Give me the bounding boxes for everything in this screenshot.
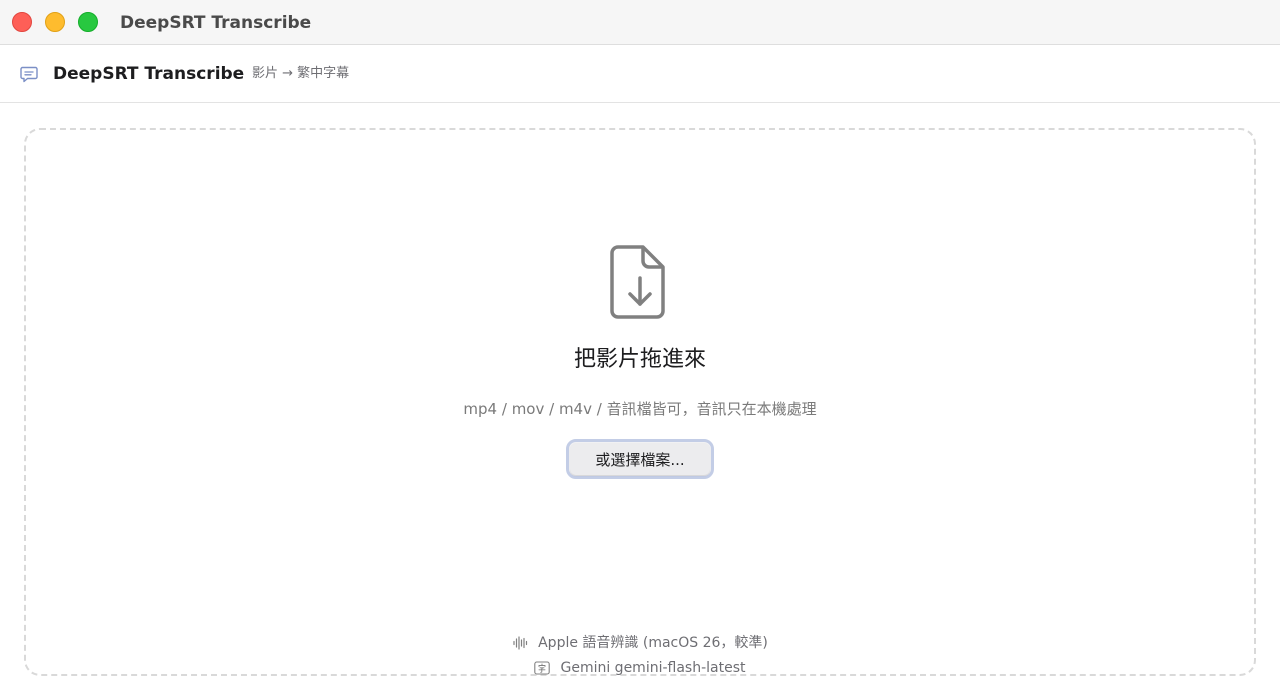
app-name: DeepSRT Transcribe: [53, 64, 245, 84]
document-download-icon: [610, 245, 665, 319]
choose-file-button-label: 或選擇檔案...: [570, 443, 710, 475]
app-header: DeepSRT Transcribe 影片 → 繁中字幕: [0, 45, 1280, 103]
speech-engine-info: Apple 語音辨識 (macOS 26，較準): [0, 633, 1280, 653]
app-subtitle: 影片 → 繁中字幕: [252, 66, 350, 81]
translation-engine-info: Gemini gemini-flash-latest: [0, 658, 1280, 678]
speech-engine-label: Apple 語音辨識 (macOS 26，較準): [538, 635, 768, 651]
waveform-icon: [513, 636, 528, 650]
zoom-window-button[interactable]: [78, 12, 98, 32]
character-icon: [534, 661, 551, 675]
drop-hint: mp4 / mov / m4v / 音訊檔皆可，音訊只在本機處理: [463, 400, 817, 418]
translation-engine-label: Gemini gemini-flash-latest: [560, 660, 746, 676]
choose-file-button[interactable]: 或選擇檔案...: [566, 439, 714, 479]
speech-bubble-icon: [20, 66, 38, 83]
app-window: DeepSRT Transcribe DeepSRT Transcribe 影片…: [0, 0, 1280, 700]
drop-title: 把影片拖進來: [573, 347, 706, 372]
title-bar[interactable]: DeepSRT Transcribe: [0, 0, 1280, 45]
window-title: DeepSRT Transcribe: [120, 13, 312, 33]
close-window-button[interactable]: [12, 12, 32, 32]
minimize-window-button[interactable]: [45, 12, 65, 32]
